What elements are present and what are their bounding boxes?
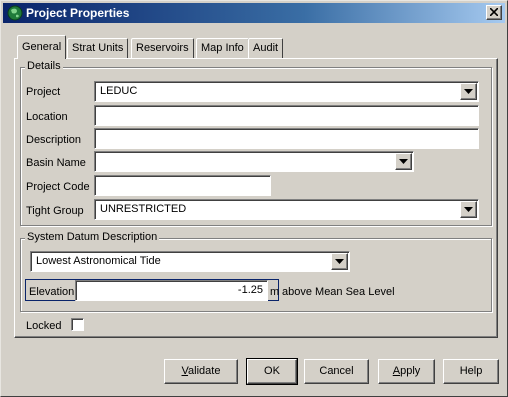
tab-label: Reservoirs [136,42,189,54]
apply-button[interactable]: Apply [378,359,435,384]
project-label: Project [26,86,61,98]
location-label: Location [26,111,68,123]
tab-general[interactable]: General [17,35,67,59]
close-icon [490,8,498,16]
elevation-suffix: above Mean Sea Level [282,286,395,298]
chevron-down-icon[interactable] [331,253,348,270]
basin-name-select[interactable] [94,151,414,172]
project-code-field[interactable] [94,175,271,196]
chevron-down-icon[interactable] [460,201,477,218]
title-bar[interactable]: Project Properties [3,3,505,23]
description-label: Description [26,134,82,146]
locked-checkbox[interactable] [71,318,84,331]
project-value: LEDUC [100,85,138,97]
tight-group-label: Tight Group [26,205,84,217]
ok-label: OK [264,365,280,377]
basin-name-label: Basin Name [26,157,86,169]
validate-button[interactable]: Validate [164,359,238,384]
chevron-down-icon[interactable] [395,153,412,170]
details-group-title: Details [25,60,63,72]
system-datum-group-title: System Datum Description [25,231,160,243]
tab-label: Map Info [201,42,244,54]
datum-select[interactable]: Lowest Astronomical Tide [30,251,350,272]
validate-label: alidate [188,365,221,377]
project-select[interactable]: LEDUC [94,81,479,102]
elevation-label: Elevation [29,286,75,298]
description-field[interactable] [94,128,479,149]
tab-audit[interactable]: Audit [248,38,284,58]
elevation-unit: m [270,286,280,298]
cancel-label: Cancel [319,365,354,377]
project-properties-dialog: Project Properties General Strat Units R… [0,0,508,397]
general-tab-panel: Details Project LEDUC Location Descripti… [14,58,498,338]
project-code-label: Project Code [26,181,90,193]
tab-label: Audit [253,42,279,54]
elevation-field[interactable]: -1.25 [75,280,268,301]
tight-group-value: UNRESTRICTED [100,203,187,215]
close-button[interactable] [486,5,502,20]
apply-mnemonic: A [392,365,401,377]
cancel-button[interactable]: Cancel [304,359,369,384]
apply-label: pply [400,365,421,377]
tab-strat-units[interactable]: Strat Units [67,38,129,58]
tight-group-select[interactable]: UNRESTRICTED [94,199,479,220]
datum-value: Lowest Astronomical Tide [36,255,161,267]
tab-label: Strat Units [72,42,124,54]
chevron-down-icon[interactable] [460,83,477,100]
tab-reservoirs[interactable]: Reservoirs [131,38,194,58]
help-button[interactable]: Help [443,359,499,384]
globe-icon [7,5,23,21]
window-title: Project Properties [26,6,130,20]
location-field[interactable] [94,105,479,126]
tab-map-info[interactable]: Map Info [196,38,249,58]
ok-button[interactable]: OK [246,358,298,385]
help-label: Help [459,365,483,377]
locked-label: Locked [26,320,62,332]
tab-label: General [22,41,62,53]
